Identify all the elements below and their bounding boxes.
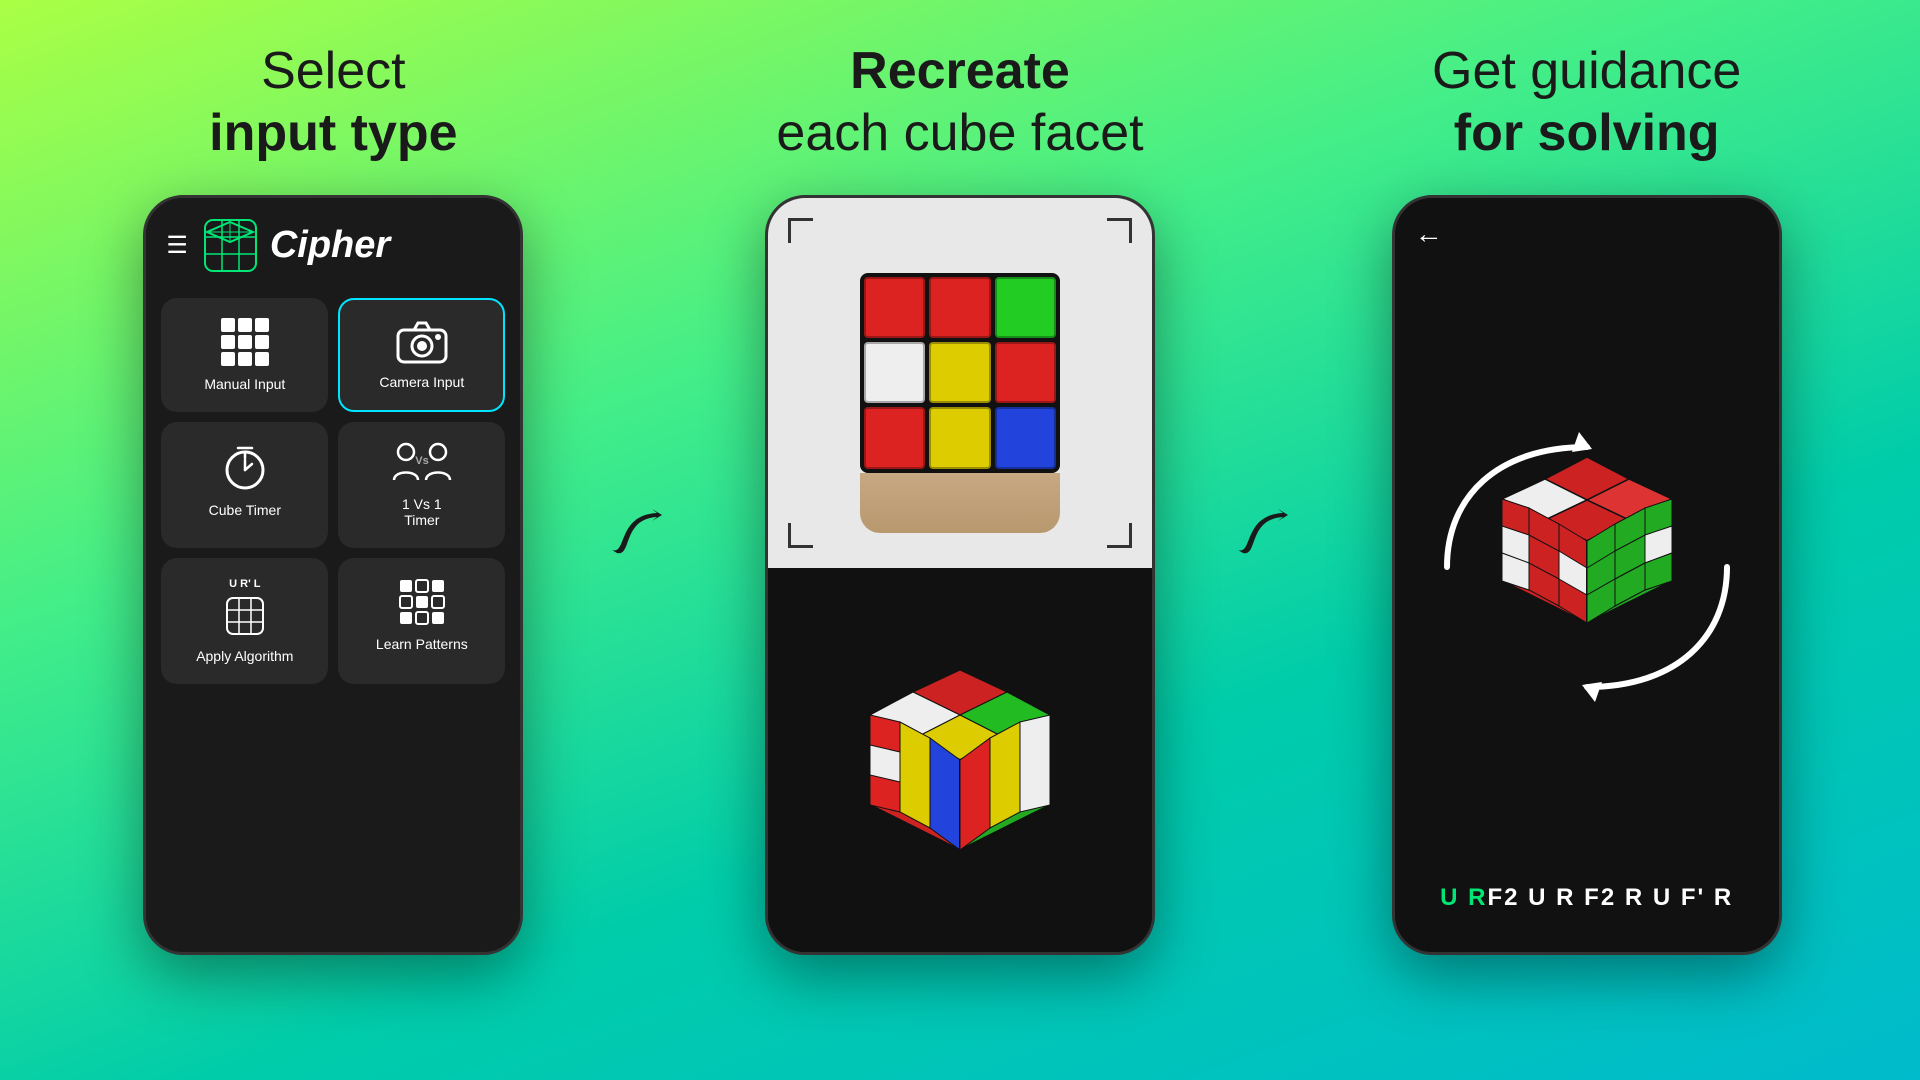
section-title-1: Select input type xyxy=(209,40,457,165)
guidance-title-line1: Get guidance xyxy=(1432,42,1741,100)
face-cell xyxy=(995,407,1056,468)
face-cell xyxy=(864,407,925,468)
arrow-2-icon xyxy=(1233,505,1313,565)
manual-input-label: Manual Input xyxy=(204,376,285,392)
face-cell xyxy=(995,277,1056,338)
algo-normal-text: F2 U R F2 R U F' R xyxy=(1487,884,1733,911)
main-container: Select input type ☰ xyxy=(0,0,1920,1080)
face-cell xyxy=(929,342,990,403)
timer-icon xyxy=(220,442,270,492)
section-recreate: Recreate each cube facet xyxy=(687,20,1234,955)
algo-green-R: R xyxy=(1459,884,1487,911)
face-cell xyxy=(929,277,990,338)
algorithm-label: Apply Algorithm xyxy=(196,648,293,664)
grid-cell xyxy=(238,335,252,349)
menu-item-camera-input[interactable]: Camera Input xyxy=(338,298,505,412)
section-select-input: Select input type ☰ xyxy=(60,20,607,955)
menu-item-patterns[interactable]: Learn Patterns xyxy=(338,558,505,684)
camera-cube-grid xyxy=(860,273,1060,473)
grid-cell xyxy=(238,352,252,366)
svg-text:Vs: Vs xyxy=(415,455,428,467)
cube-in-camera xyxy=(860,253,1060,533)
cube-logo-icon xyxy=(203,218,258,273)
corner-bl xyxy=(788,523,813,548)
menu-item-cube-timer[interactable]: Cube Timer xyxy=(161,422,328,548)
section-title-3: Get guidance for solving xyxy=(1432,40,1741,165)
menu-item-manual-input[interactable]: Manual Input xyxy=(161,298,328,412)
arrow-2-container xyxy=(1233,155,1313,915)
phone-middle xyxy=(765,195,1155,955)
app-name: Cipher xyxy=(270,224,390,267)
phone-right: ← xyxy=(1392,195,1782,955)
corner-tr xyxy=(1107,218,1132,243)
cube-3d-section xyxy=(768,568,1152,952)
face-cell xyxy=(864,342,925,403)
grid-cell xyxy=(221,318,235,332)
title-line2: input type xyxy=(209,104,457,162)
grid-cell xyxy=(255,335,269,349)
section-title-2: Recreate each cube facet xyxy=(776,40,1143,165)
hand-representation xyxy=(860,473,1060,533)
face-cell xyxy=(929,407,990,468)
cube-timer-label: Cube Timer xyxy=(209,502,281,518)
patterns-label: Learn Patterns xyxy=(376,636,468,652)
solving-cube-container xyxy=(1417,250,1757,884)
grid-cell xyxy=(221,335,235,349)
title-line1: Select xyxy=(261,42,406,100)
phone-left: ☰ xyxy=(143,195,523,955)
camera-view xyxy=(768,198,1152,568)
1vs1-label: 1 Vs 1Timer xyxy=(402,496,442,528)
camera-icon xyxy=(396,320,448,364)
solving-cube-svg xyxy=(1417,417,1757,717)
corner-br xyxy=(1107,523,1132,548)
arrow-1-container xyxy=(607,155,687,915)
guidance-title-line2: for solving xyxy=(1454,104,1720,162)
algorithm-sequence: U RF2 U R F2 R U F' R xyxy=(1440,884,1733,912)
cube-3d-svg xyxy=(850,660,1070,860)
recreate-title-line1: Recreate xyxy=(850,42,1070,100)
app-logo-container: Cipher xyxy=(203,218,390,273)
hamburger-icon[interactable]: ☰ xyxy=(166,231,188,260)
patterns-icon xyxy=(398,578,446,626)
menu-item-algorithm[interactable]: U R' L Apply Algorithm xyxy=(161,558,328,684)
corner-tl xyxy=(788,218,813,243)
grid-cell xyxy=(255,318,269,332)
face-cell xyxy=(995,342,1056,403)
face-cell xyxy=(864,277,925,338)
camera-screen xyxy=(768,198,1152,952)
menu-item-1vs1[interactable]: Vs 1 Vs 1Timer xyxy=(338,422,505,548)
back-button[interactable]: ← xyxy=(1415,218,1443,250)
grid-cell xyxy=(238,318,252,332)
menu-grid: Manual Input Camera Input xyxy=(146,288,520,694)
section-guidance: Get guidance for solving ← xyxy=(1313,20,1860,955)
solve-screen: ← xyxy=(1395,198,1779,952)
grid-icon xyxy=(221,318,269,366)
algo-green-U: U xyxy=(1440,884,1459,911)
algorithm-cube-icon xyxy=(223,594,267,638)
grid-cell xyxy=(221,352,235,366)
recreate-title-line2: each cube facet xyxy=(776,104,1143,162)
app-screen: ☰ xyxy=(146,198,520,952)
app-header: ☰ xyxy=(146,198,520,288)
camera-input-label: Camera Input xyxy=(379,374,464,390)
vs-icon: Vs xyxy=(392,442,452,486)
arrow-1-icon xyxy=(607,505,687,565)
grid-cell xyxy=(255,352,269,366)
